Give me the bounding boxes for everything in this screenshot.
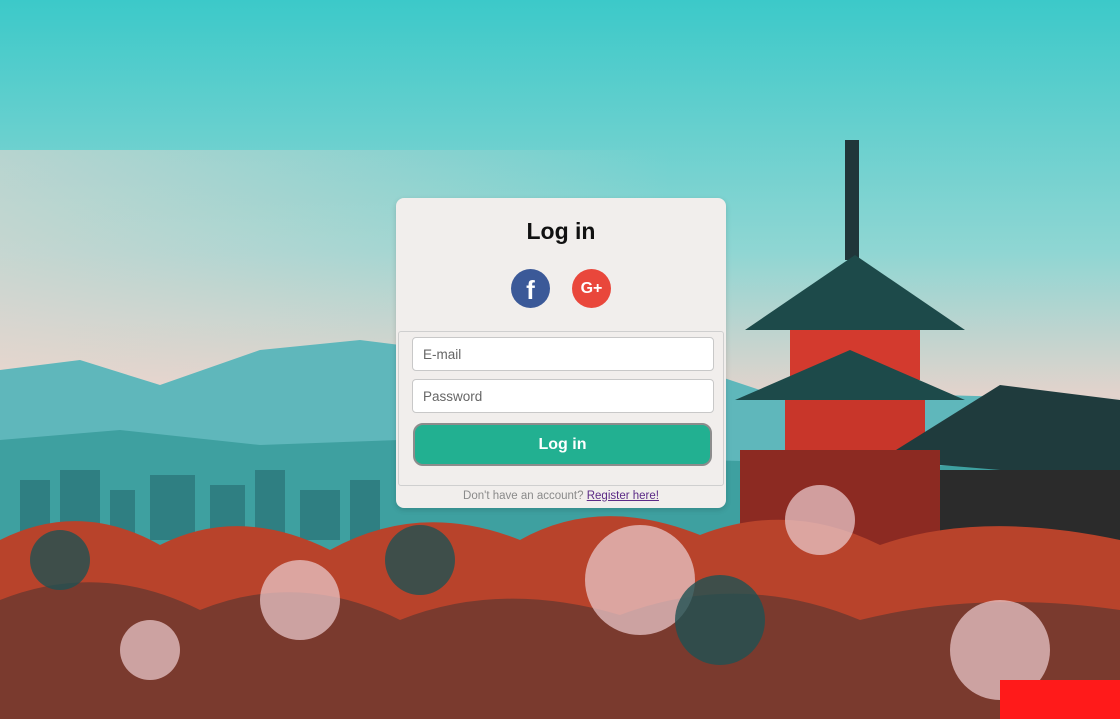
register-prompt-text: Don't have an account? (463, 490, 584, 502)
login-button[interactable]: Log in (413, 423, 712, 466)
facebook-login-button[interactable]: f (511, 269, 550, 308)
email-input[interactable] (412, 337, 714, 371)
google-plus-icon: G+ (580, 279, 603, 297)
password-input[interactable] (412, 379, 714, 413)
facebook-icon: f (526, 275, 535, 305)
login-form: Log in (398, 331, 724, 486)
register-prompt: Don't have an account? Register here! (396, 490, 726, 502)
google-login-button[interactable]: G+ (572, 269, 611, 308)
register-link[interactable]: Register here! (587, 490, 659, 502)
login-card: Log in f G+ Log in Don't have an account… (396, 198, 726, 508)
login-title: Log in (526, 218, 596, 244)
